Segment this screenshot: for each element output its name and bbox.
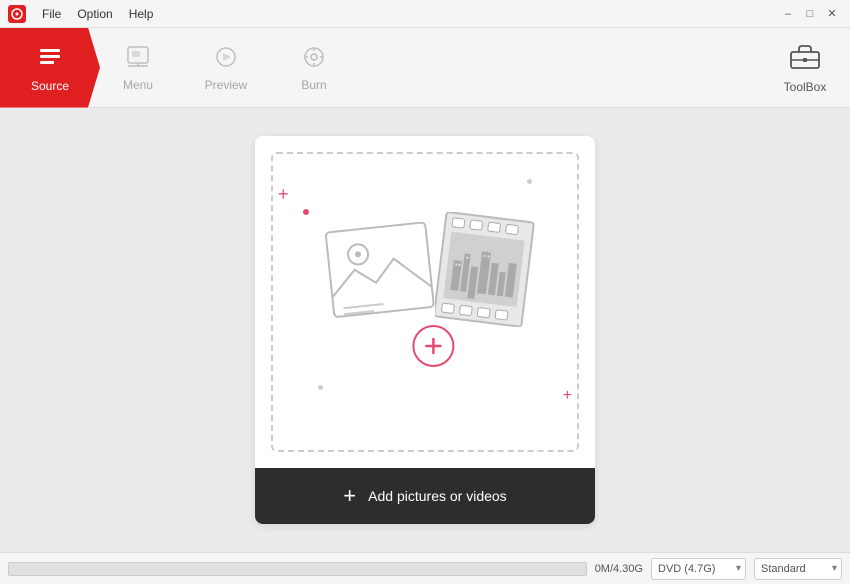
disc-type-select[interactable]: DVD (4.7G) DVD (8.5G) Blu-ray (25G) [651,558,746,580]
nav-preview[interactable]: Preview [176,28,276,108]
preview-nav-label: Preview [205,78,248,92]
menu-bar: File Option Help [36,5,159,23]
close-button[interactable]: ✕ [822,5,842,23]
drop-illustration [315,202,535,402]
nav-burn[interactable]: Burn [264,28,364,108]
preview-icon [213,44,239,74]
toolbox-label: ToolBox [784,80,827,94]
quality-dropdown-wrap[interactable]: Standard High Quality Best Quality [754,558,842,580]
storage-info: 0M/4.30G [595,563,643,575]
add-plus-icon: + [343,483,356,509]
photo-icon [325,222,440,322]
menu-option[interactable]: Option [71,5,118,23]
decor-plus-left: + [278,184,289,205]
title-bar: File Option Help – □ ✕ [0,0,850,28]
minimize-button[interactable]: – [778,5,798,23]
toolbar: Source Menu Preview [0,28,850,108]
decor-dot-1 [303,209,309,215]
burn-nav-label: Burn [301,78,326,92]
menu-nav-icon [125,44,151,74]
maximize-button[interactable]: □ [800,5,820,23]
decor-dot-2 [527,179,532,184]
drop-area[interactable]: + + [271,152,579,452]
film-icon [435,212,535,327]
nav-source[interactable]: Source [0,28,100,108]
decor-plus-right: + [563,387,572,405]
add-circle[interactable] [412,325,454,367]
window-controls: – □ ✕ [778,5,842,23]
add-button-label: Add pictures or videos [368,488,507,504]
add-media-button[interactable]: + Add pictures or videos [255,468,595,524]
disc-type-dropdown-wrap[interactable]: DVD (4.7G) DVD (8.5G) Blu-ray (25G) [651,558,746,580]
toolbox-button[interactable]: ToolBox [770,42,840,94]
nav-menu[interactable]: Menu [88,28,188,108]
menu-file[interactable]: File [36,5,67,23]
progress-bar-container [8,562,587,576]
title-bar-left: File Option Help [8,5,159,23]
app-icon [8,5,26,23]
status-bar: 0M/4.30G DVD (4.7G) DVD (8.5G) Blu-ray (… [0,552,850,584]
toolbox-icon [789,42,821,76]
source-icon [36,43,64,75]
drop-zone: + + [255,136,595,524]
menu-nav-label: Menu [123,78,153,92]
burn-icon [301,44,327,74]
quality-select[interactable]: Standard High Quality Best Quality [754,558,842,580]
source-label: Source [31,79,69,93]
menu-help[interactable]: Help [123,5,160,23]
main-content: + + [0,108,850,552]
